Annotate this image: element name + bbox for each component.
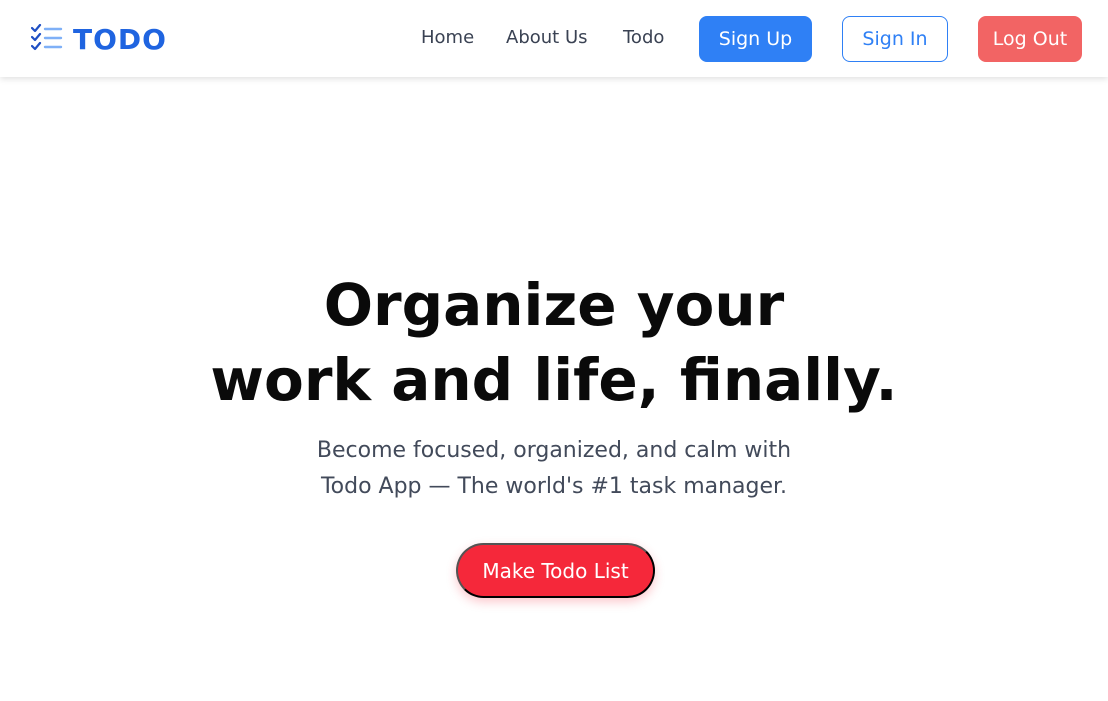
nav-link-todo[interactable]: Todo <box>623 27 664 48</box>
sign-up-button[interactable]: Sign Up <box>699 16 812 62</box>
brand-logo[interactable]: TODO <box>31 22 167 56</box>
hero-subtitle: Become focused, organized, and calm with… <box>254 433 854 505</box>
hero-title-line-2: work and life, finally. <box>210 346 898 414</box>
navbar: TODO Home About Us Todo Sign Up Sign In … <box>0 0 1108 77</box>
nav-link-home[interactable]: Home <box>421 27 474 48</box>
hero-subtitle-line-2: Todo App — The world's #1 task manager. <box>320 474 788 499</box>
nav-link-about-us[interactable]: About Us <box>506 27 588 48</box>
hero-title: Organize your work and life, finally. <box>154 268 954 418</box>
log-out-button[interactable]: Log Out <box>978 16 1082 62</box>
hero-subtitle-line-1: Become focused, organized, and calm with <box>316 438 792 463</box>
make-todo-list-button[interactable]: Make Todo List <box>456 543 655 598</box>
brand-name: TODO <box>73 22 167 56</box>
checklist-icon <box>31 24 63 51</box>
sign-in-button[interactable]: Sign In <box>842 16 948 62</box>
hero-title-line-1: Organize your <box>323 271 785 339</box>
